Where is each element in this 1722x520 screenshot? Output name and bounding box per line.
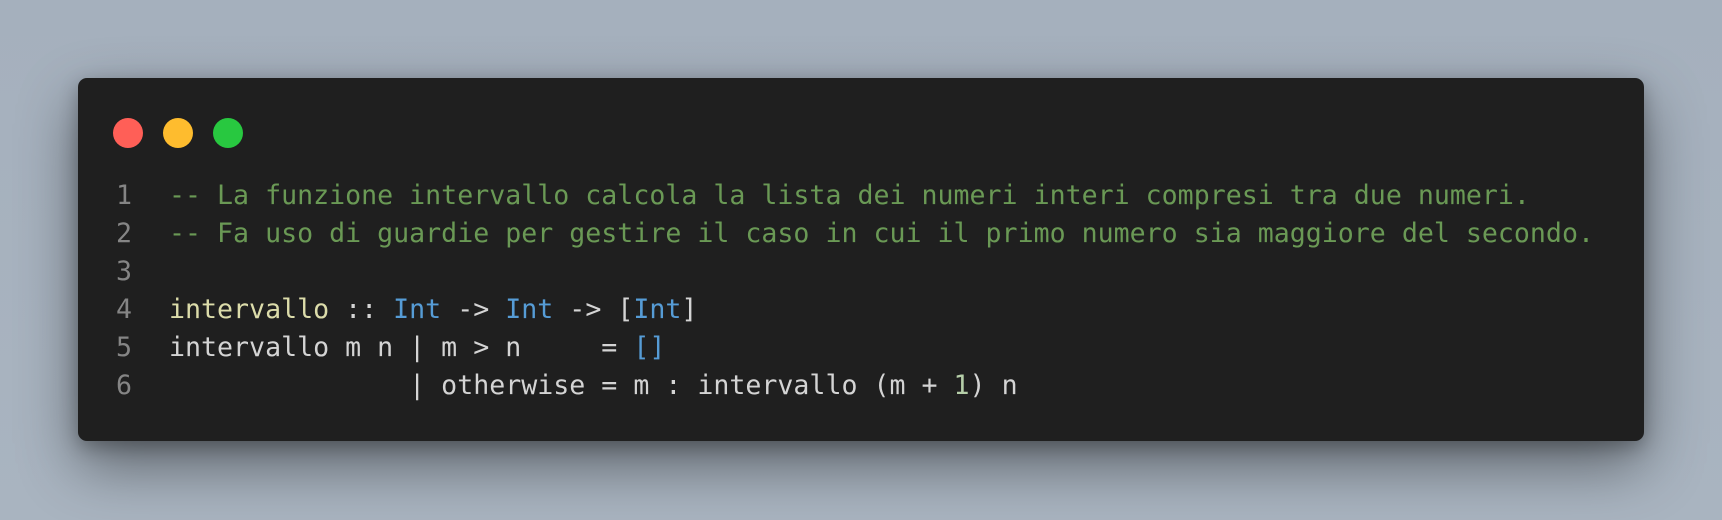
code-token-type: Int bbox=[505, 294, 554, 325]
code-token-type: Int bbox=[393, 294, 442, 325]
code-token-plain: ] bbox=[681, 294, 698, 325]
code-line: 2 -- Fa uso di guardie per gestire il cas… bbox=[78, 215, 1644, 253]
code-token-plain: intervallo m n | m > n = bbox=[169, 332, 634, 363]
code-line: 5 intervallo m n | m > n = [] bbox=[78, 329, 1644, 367]
line-content: | otherwise = m : intervallo (m + 1) n bbox=[169, 367, 1018, 405]
code-token-plain: | otherwise = m : intervallo (m + bbox=[169, 370, 954, 401]
code-token-plain: -> bbox=[441, 294, 506, 325]
line-content: intervallo :: Int -> Int -> [Int] bbox=[169, 291, 697, 329]
code-token-comment: -- Fa uso di guardie per gestire il caso… bbox=[169, 218, 1594, 249]
line-number: 3 bbox=[115, 256, 132, 287]
code-token-type: Int bbox=[633, 294, 682, 325]
code-token-plain: -> [ bbox=[553, 294, 634, 325]
code-token-num: 1 bbox=[953, 370, 970, 401]
minimize-dot-icon[interactable] bbox=[163, 118, 193, 148]
line-number: 6 bbox=[115, 370, 132, 401]
code-token-list: [] bbox=[633, 332, 666, 363]
line-content: -- Fa uso di guardie per gestire il caso… bbox=[169, 215, 1594, 253]
line-number: 4 bbox=[115, 294, 132, 325]
code-line: 3 bbox=[78, 253, 1644, 291]
code-block: 1 -- La funzione intervallo calcola la li… bbox=[78, 177, 1644, 405]
line-number: 5 bbox=[115, 332, 132, 363]
code-token-comment: -- La funzione intervallo calcola la lis… bbox=[169, 180, 1530, 211]
close-dot-icon[interactable] bbox=[113, 118, 143, 148]
code-line: 6 | otherwise = m : intervallo (m + 1) n bbox=[78, 367, 1644, 405]
code-token-plain: ) n bbox=[969, 370, 1018, 401]
line-content: intervallo m n | m > n = [] bbox=[169, 329, 665, 367]
line-content: -- La funzione intervallo calcola la lis… bbox=[169, 177, 1530, 215]
zoom-dot-icon[interactable] bbox=[213, 118, 243, 148]
code-line: 4 intervallo :: Int -> Int -> [Int] bbox=[78, 291, 1644, 329]
line-number: 2 bbox=[115, 218, 132, 249]
line-number: 1 bbox=[115, 180, 132, 211]
code-window: 1 -- La funzione intervallo calcola la li… bbox=[78, 78, 1644, 441]
code-token-fn: intervallo bbox=[169, 294, 330, 325]
code-line: 1 -- La funzione intervallo calcola la li… bbox=[78, 177, 1644, 215]
code-token-plain: :: bbox=[329, 294, 394, 325]
